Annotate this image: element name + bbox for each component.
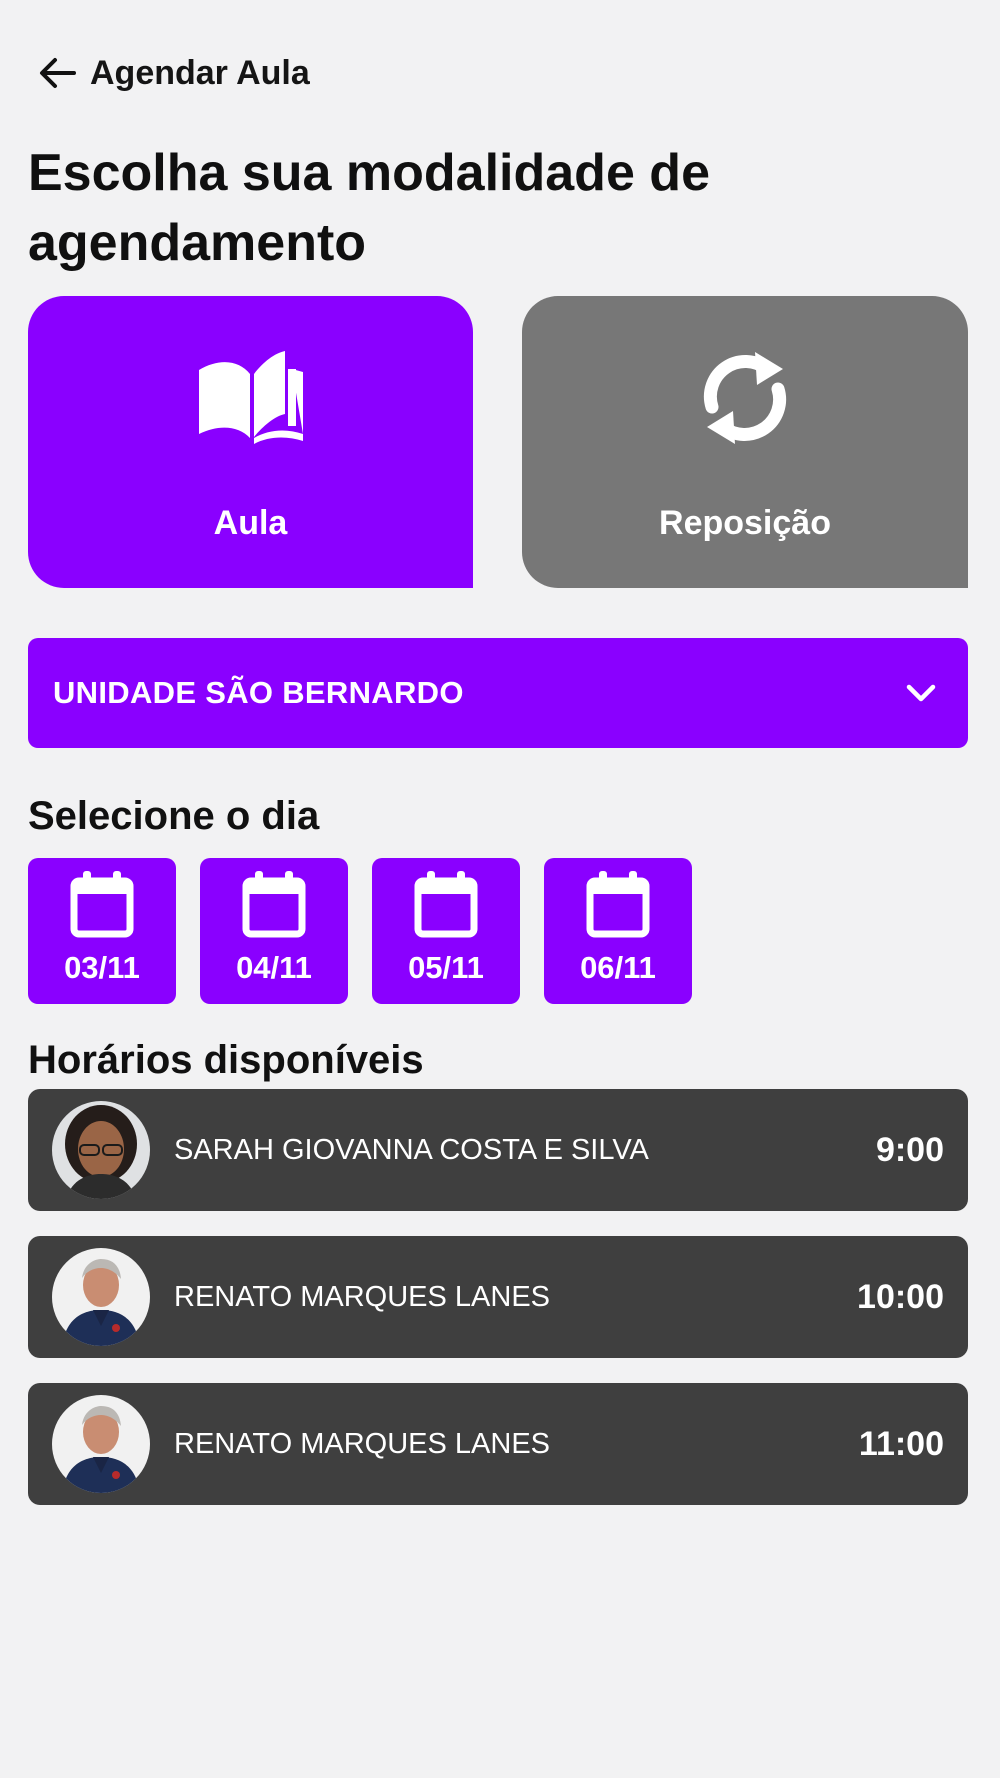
day-section-title: Selecione o dia <box>28 794 320 838</box>
top-bar: Agendar Aula <box>34 48 310 98</box>
day-option[interactable]: 04/11 <box>200 858 348 1004</box>
refresh-icon <box>703 352 787 444</box>
teacher-name: RENATO MARQUES LANES <box>174 1280 551 1313</box>
slot-time: 9:00 <box>875 1130 944 1169</box>
teacher-avatar <box>52 1248 150 1346</box>
man-portrait-icon <box>52 1248 150 1346</box>
teacher-avatar <box>52 1101 150 1199</box>
day-label: 03/11 <box>64 950 140 985</box>
time-slot[interactable]: SARAH GIOVANNA COSTA E SILVA 9:00 <box>28 1089 968 1211</box>
day-option[interactable]: 06/11 <box>544 858 692 1004</box>
woman-portrait-icon <box>52 1101 150 1199</box>
time-slot[interactable]: RENATO MARQUES LANES 11:00 <box>28 1383 968 1505</box>
slot-time: 10:00 <box>857 1277 944 1316</box>
slot-time: 11:00 <box>858 1424 944 1463</box>
calendar-icon <box>70 871 134 938</box>
available-slots-list: SARAH GIOVANNA COSTA E SILVA 9:00 RENATO… <box>28 1089 968 1530</box>
open-book-icon <box>198 351 303 444</box>
back-button[interactable] <box>34 49 82 97</box>
day-label: 06/11 <box>580 950 656 985</box>
mode-card-reposicao[interactable]: Reposição <box>522 296 968 588</box>
day-option[interactable]: 03/11 <box>28 858 176 1004</box>
unit-select-value: UNIDADE SÃO BERNARDO <box>53 675 464 710</box>
day-picker: 03/11 04/11 05/11 06/11 <box>28 858 692 1004</box>
mode-label-aula: Aula <box>213 504 288 542</box>
chevron-down-icon <box>906 684 936 702</box>
day-label: 05/11 <box>408 950 484 985</box>
calendar-icon <box>414 871 478 938</box>
day-option[interactable]: 05/11 <box>372 858 520 1004</box>
man-portrait-icon <box>52 1395 150 1493</box>
screen-title: Agendar Aula <box>90 53 310 92</box>
unit-select[interactable]: UNIDADE SÃO BERNARDO <box>28 638 968 748</box>
day-label: 04/11 <box>236 950 312 985</box>
slots-section-title: Horários disponíveis <box>28 1038 424 1082</box>
calendar-icon <box>586 871 650 938</box>
mode-label-reposicao: Reposição <box>659 504 831 542</box>
calendar-icon <box>242 871 306 938</box>
time-slot[interactable]: RENATO MARQUES LANES 10:00 <box>28 1236 968 1358</box>
mode-card-aula[interactable]: Aula <box>28 296 473 588</box>
page-title: Escolha sua modalidade de agendamento <box>28 144 710 272</box>
teacher-name: RENATO MARQUES LANES <box>174 1427 551 1460</box>
teacher-avatar <box>52 1395 150 1493</box>
arrow-left-icon <box>40 58 76 88</box>
teacher-name: SARAH GIOVANNA COSTA E SILVA <box>174 1133 649 1166</box>
